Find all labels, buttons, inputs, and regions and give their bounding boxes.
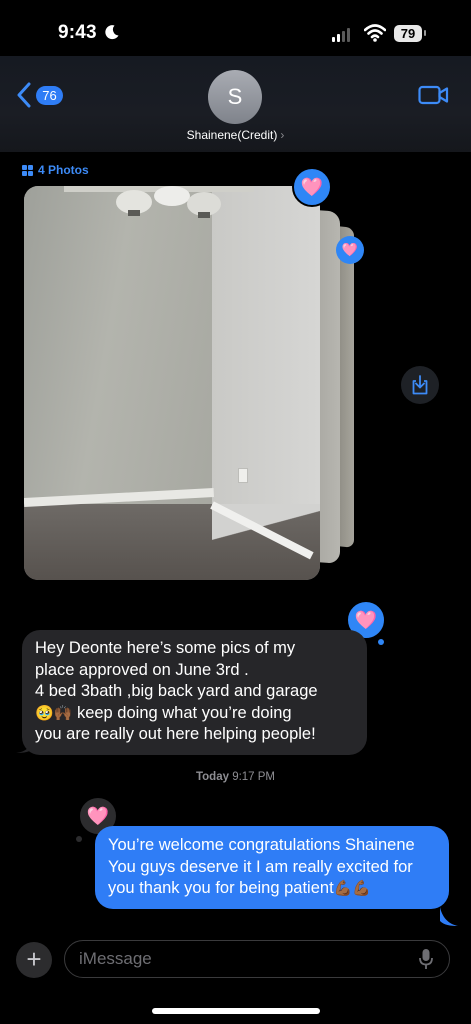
photo-outlet [238, 468, 248, 483]
video-call-icon[interactable] [418, 84, 449, 106]
photo-light-fixture [64, 186, 254, 218]
tapback-tail-dot [378, 639, 384, 645]
incoming-line-5: you are really out here helping people! [35, 725, 316, 743]
apps-plus-button[interactable]: + [16, 942, 52, 978]
battery-indicator: 79 [394, 25, 422, 42]
signal-icon [332, 28, 350, 42]
emoji-pleading-raised-hands: 🥹🙌🏾 [35, 704, 73, 722]
status-time: 9:43 [58, 22, 97, 43]
incoming-message-bubble[interactable]: Hey Deonte here’s some pics of my place … [22, 630, 367, 755]
contact-name[interactable]: Shainene(Credit) [187, 128, 278, 142]
photo-tapback-heart-main[interactable]: 🩷 [292, 167, 332, 207]
photo-main[interactable] [24, 186, 320, 580]
photo-wall-left [24, 186, 214, 506]
unread-count-badge[interactable]: 76 [36, 86, 63, 105]
incoming-line-2: place approved on June 3rd . [35, 660, 249, 679]
battery-nub [424, 30, 426, 36]
imessage-input[interactable]: iMessage [64, 940, 450, 978]
outgoing-bubble-tail [440, 907, 458, 926]
contact-avatar[interactable]: S [208, 70, 262, 124]
photos-stack-label[interactable]: 4 Photos [22, 163, 89, 177]
message-timestamp: Today 9:17 PM [195, 771, 276, 783]
home-indicator[interactable] [152, 1008, 320, 1014]
download-icon [412, 375, 428, 395]
download-button[interactable] [401, 366, 439, 404]
incoming-line-1: Hey Deonte here’s some pics of my [35, 639, 296, 657]
photos-count-label: 4 Photos [38, 163, 89, 177]
contact-name-row[interactable]: Shainene(Credit) › [0, 128, 471, 142]
microphone-icon[interactable] [419, 948, 433, 970]
wifi-icon [364, 24, 386, 42]
incoming-line-4: 🥹🙌🏾 keep doing what you’re doing [35, 703, 292, 722]
photo-tapback-heart[interactable]: 🩷 [336, 236, 364, 264]
chevron-right-icon: › [280, 128, 285, 142]
back-chevron-icon[interactable] [16, 82, 32, 108]
emoji-flexed-biceps: 💪🏾💪🏾 [333, 880, 372, 897]
outgoing-tapback-dot [76, 836, 82, 842]
grid-icon [22, 164, 33, 176]
moon-icon [105, 25, 119, 40]
photo-wall-right [212, 186, 320, 546]
outgoing-message-bubble[interactable]: You’re welcome congratulations Shainene … [95, 826, 449, 909]
incoming-line-3: 4 bed 3bath ,big back yard and garage [35, 682, 318, 700]
